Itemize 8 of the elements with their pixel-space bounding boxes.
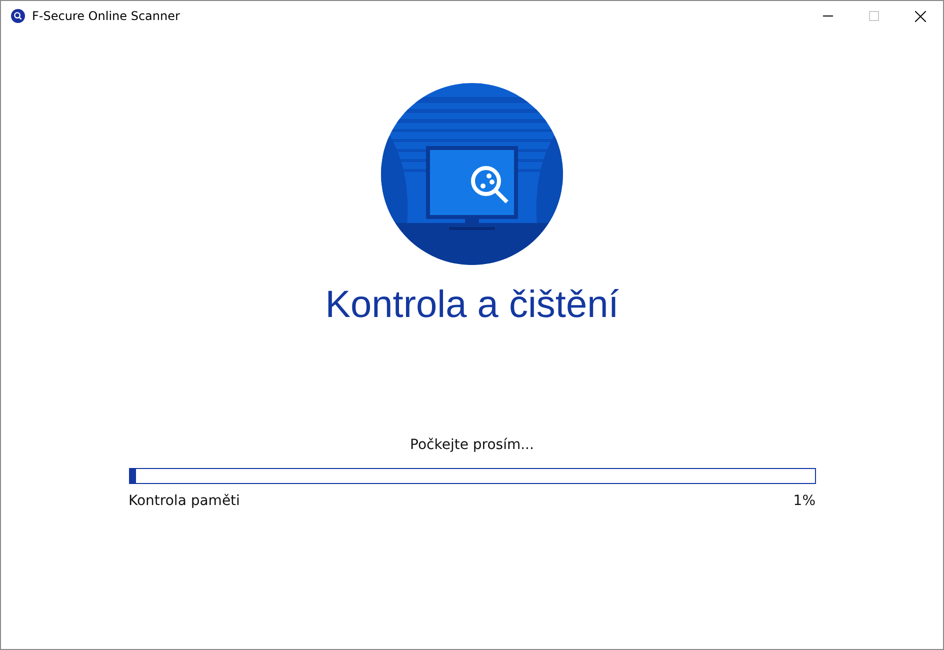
maximize-icon bbox=[869, 11, 879, 21]
window-title: F-Secure Online Scanner bbox=[32, 9, 180, 23]
progress-percent: 1% bbox=[793, 493, 816, 509]
status-text: Počkejte prosím... bbox=[410, 436, 534, 455]
task-label: Kontrola paměti bbox=[128, 493, 240, 509]
magnifier-icon bbox=[11, 9, 25, 23]
close-icon bbox=[914, 10, 926, 22]
page-heading: Kontrola a čištění bbox=[325, 283, 619, 328]
